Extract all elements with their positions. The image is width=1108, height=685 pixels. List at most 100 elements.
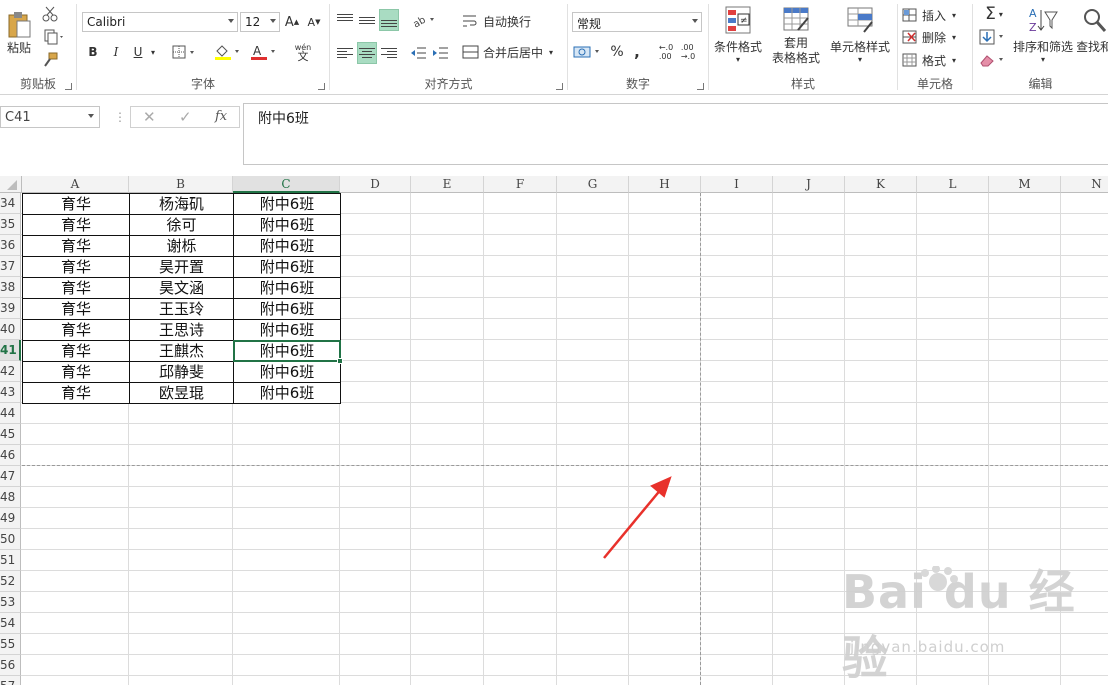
cut-button[interactable]: [40, 4, 60, 24]
border-button[interactable]: [171, 42, 199, 62]
table-cell[interactable]: 王思诗: [129, 319, 234, 341]
table-cell[interactable]: 附中6班: [233, 361, 341, 383]
column-header-d[interactable]: D: [340, 176, 411, 193]
table-cell[interactable]: 附中6班: [233, 298, 341, 320]
table-cell[interactable]: 王玉玲: [129, 298, 234, 320]
table-cell[interactable]: 附中6班: [233, 382, 341, 404]
column-header-f[interactable]: F: [484, 176, 557, 193]
column-header-n[interactable]: N: [1061, 176, 1108, 193]
column-header-j[interactable]: J: [773, 176, 845, 193]
decrease-indent-button[interactable]: [408, 42, 428, 64]
table-cell[interactable]: 育华: [22, 340, 130, 362]
row-header-57[interactable]: 57: [0, 676, 21, 685]
accounting-format-button[interactable]: [572, 42, 604, 62]
table-cell[interactable]: 欧昱琨: [129, 382, 234, 404]
table-cell[interactable]: 昊文涵: [129, 277, 234, 299]
increase-decimal-button[interactable]: ←.0.00: [656, 42, 676, 62]
paste-button[interactable]: 粘贴: [4, 4, 34, 62]
row-header-47[interactable]: 47: [0, 466, 21, 487]
table-cell[interactable]: 谢栎: [129, 235, 234, 257]
row-header-35[interactable]: 35: [0, 214, 21, 235]
column-header-l[interactable]: L: [917, 176, 989, 193]
percent-button[interactable]: %: [608, 42, 626, 62]
insert-button[interactable]: 插入 ▾: [902, 5, 968, 25]
name-box[interactable]: C41: [0, 106, 100, 128]
row-header-36[interactable]: 36: [0, 235, 21, 256]
row-header-45[interactable]: 45: [0, 424, 21, 445]
copy-button[interactable]: [40, 27, 68, 47]
underline-button[interactable]: U: [129, 42, 147, 62]
row-header-55[interactable]: 55: [0, 634, 21, 655]
row-header-44[interactable]: 44: [0, 403, 21, 424]
row-header-53[interactable]: 53: [0, 592, 21, 613]
sort-filter-button[interactable]: AZ 排序和筛选 ▾: [1011, 4, 1075, 72]
number-launcher-icon[interactable]: [697, 83, 704, 90]
decrease-decimal-button[interactable]: .00 →.0: [678, 42, 698, 62]
increase-font-button[interactable]: A ▲: [283, 12, 301, 32]
column-header-a[interactable]: A: [22, 176, 129, 193]
format-painter-button[interactable]: [40, 50, 60, 70]
row-header-51[interactable]: 51: [0, 550, 21, 571]
row-header-50[interactable]: 50: [0, 529, 21, 550]
active-cell-outline[interactable]: [233, 340, 341, 362]
column-header-h[interactable]: H: [629, 176, 701, 193]
row-header-40[interactable]: 40: [0, 319, 21, 340]
clear-button[interactable]: [977, 50, 1011, 70]
row-header-38[interactable]: 38: [0, 277, 21, 298]
find-select-button[interactable]: 查找和: [1077, 4, 1108, 72]
confirm-icon[interactable]: ✓: [179, 108, 192, 126]
formula-input[interactable]: 附中6班: [243, 103, 1108, 165]
merge-center-button[interactable]: 合并后居中 ▾: [462, 42, 562, 62]
column-header-g[interactable]: G: [557, 176, 629, 193]
worksheet[interactable]: ABCDEFGHIJKLMN 34 35 36 37 38 39 40 41 42 43 44 45 4…: [0, 176, 1108, 685]
column-header-e[interactable]: E: [411, 176, 484, 193]
row-header-43[interactable]: 43: [0, 382, 21, 403]
row-header-48[interactable]: 48: [0, 487, 21, 508]
comma-button[interactable]: ,: [628, 42, 646, 62]
table-cell[interactable]: 附中6班: [233, 256, 341, 278]
select-all-corner[interactable]: [0, 176, 22, 193]
font-color-button[interactable]: A: [249, 42, 279, 62]
row-header-42[interactable]: 42: [0, 361, 21, 382]
table-cell[interactable]: 徐可: [129, 214, 234, 236]
row-header-34[interactable]: 34: [0, 193, 21, 214]
row-header-56[interactable]: 56: [0, 655, 21, 676]
row-header-41[interactable]: 41: [0, 340, 21, 361]
align-bottom-button[interactable]: [379, 9, 399, 31]
align-left-button[interactable]: [335, 42, 355, 64]
number-format-select[interactable]: 常规: [572, 12, 702, 32]
table-cell[interactable]: 附中6班: [233, 277, 341, 299]
conditional-formatting-button[interactable]: ≠ 条件格式 ▾: [711, 4, 765, 72]
table-cell[interactable]: 育华: [22, 361, 130, 383]
clipboard-launcher-icon[interactable]: [65, 83, 72, 90]
italic-button[interactable]: I: [107, 42, 125, 62]
row-header-39[interactable]: 39: [0, 298, 21, 319]
row-header-46[interactable]: 46: [0, 445, 21, 466]
fill-button[interactable]: [977, 27, 1011, 47]
alignment-launcher-icon[interactable]: [556, 83, 563, 90]
cell-styles-button[interactable]: 单元格样式 ▾: [827, 4, 893, 72]
row-header-49[interactable]: 49: [0, 508, 21, 529]
decrease-font-button[interactable]: A ▼: [305, 12, 323, 32]
table-cell[interactable]: 附中6班: [233, 235, 341, 257]
table-cell[interactable]: 育华: [22, 382, 130, 404]
format-as-table-button[interactable]: 套用 表格格式: [767, 4, 825, 74]
column-header-m[interactable]: M: [989, 176, 1061, 193]
column-header-b[interactable]: B: [129, 176, 233, 193]
table-cell[interactable]: 育华: [22, 235, 130, 257]
cancel-icon[interactable]: ✕: [143, 108, 156, 126]
table-cell[interactable]: 育华: [22, 298, 130, 320]
table-cell[interactable]: 邱静斐: [129, 361, 234, 383]
column-header-i[interactable]: I: [701, 176, 773, 193]
font-launcher-icon[interactable]: [318, 83, 325, 90]
table-cell[interactable]: 育华: [22, 193, 130, 215]
underline-dropdown[interactable]: ▾: [147, 42, 159, 62]
increase-indent-button[interactable]: [430, 42, 450, 64]
row-header-54[interactable]: 54: [0, 613, 21, 634]
phonetic-button[interactable]: wén 文: [289, 40, 317, 64]
wrap-text-button[interactable]: 自动换行: [462, 11, 542, 31]
format-button[interactable]: 格式 ▾: [902, 50, 968, 70]
align-center-button[interactable]: [357, 42, 377, 64]
fill-handle[interactable]: [337, 358, 343, 364]
column-header-k[interactable]: K: [845, 176, 917, 193]
